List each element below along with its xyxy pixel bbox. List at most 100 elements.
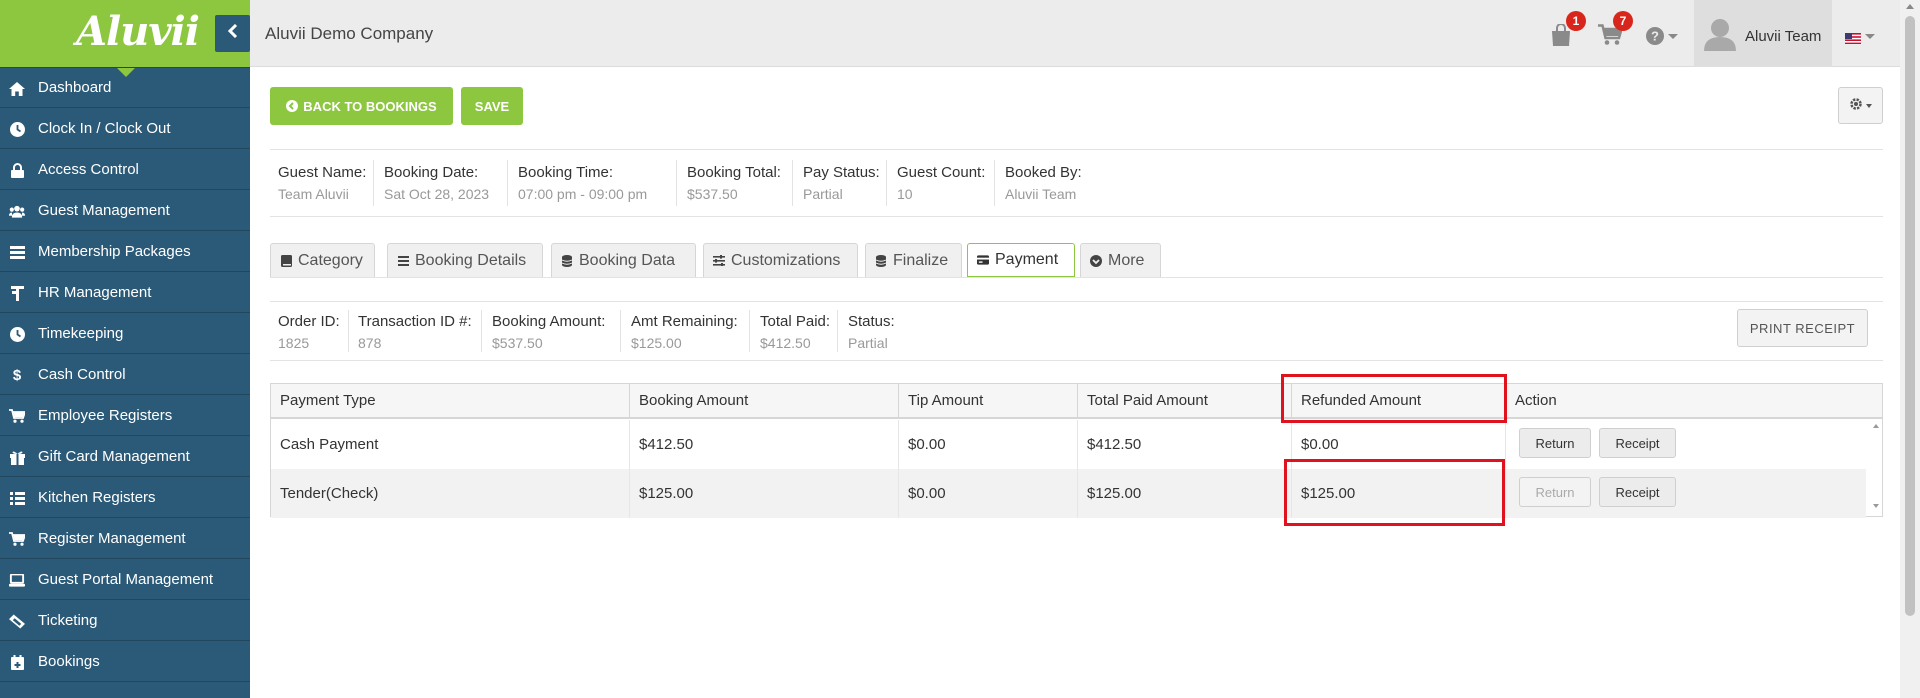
info-label: Pay Status:	[803, 164, 880, 181]
payment-type-cell: Cash Payment	[271, 420, 630, 469]
cart-count-badge: 7	[1613, 11, 1633, 31]
column-header-payment-type: Payment Type	[271, 384, 630, 419]
svg-text:?: ?	[1651, 29, 1659, 44]
sidebar-item-clock-in-out[interactable]: Clock In / Clock Out	[0, 108, 250, 149]
refunded-amount-cell: $0.00	[1292, 420, 1506, 469]
sidebar-item-ticketing[interactable]: Ticketing	[0, 600, 250, 641]
tab-finalize[interactable]: Finalize	[865, 243, 962, 278]
tab-category[interactable]: Category	[270, 243, 375, 278]
sidebar-item-label: Guest Portal Management	[38, 570, 214, 588]
gift-icon	[9, 449, 25, 465]
sidebar-item-hr-management[interactable]: HR Management	[0, 272, 250, 313]
hr-icon	[9, 285, 25, 301]
list-icon	[9, 490, 25, 506]
column-header-label: Action	[1515, 392, 1557, 409]
page-scrollbar[interactable]	[1900, 0, 1920, 698]
tab-booking-data[interactable]: Booking Data	[551, 243, 696, 278]
language-chevron-down-icon[interactable]	[1865, 34, 1875, 39]
settings-button[interactable]	[1838, 87, 1883, 124]
info-label: Guest Name:	[278, 164, 367, 181]
booking-time-field: Booking Time: 07:00 pm - 09:00 pm	[518, 164, 647, 202]
tip-amount-cell: $0.00	[899, 469, 1078, 518]
sidebar-item-dashboard[interactable]: Dashboard	[0, 67, 250, 108]
table-scroll-up-icon[interactable]	[1873, 424, 1879, 428]
total-paid-amount-cell: $125.00	[1078, 469, 1292, 518]
scroll-thumb[interactable]	[1905, 16, 1915, 616]
info-label: Booked By:	[1005, 164, 1082, 181]
sidebar-item-label: Ticketing	[38, 611, 98, 629]
divider	[792, 160, 793, 206]
info-label: Total Paid:	[760, 313, 831, 330]
table-row: Cash Payment $412.50 $0.00 $412.50 $0.00…	[271, 420, 1866, 469]
info-value: Team Aluvii	[278, 186, 349, 202]
status-field: Status: Partial	[848, 313, 895, 351]
info-label: Booking Total:	[687, 164, 781, 181]
sidebar-item-register-management[interactable]: Register Management	[0, 518, 250, 559]
help-button[interactable]: ?	[1646, 27, 1678, 51]
sidebar-item-label: Access Control	[38, 160, 139, 178]
ticket-icon	[9, 613, 25, 629]
sidebar-item-gift-card-management[interactable]: Gift Card Management	[0, 436, 250, 477]
column-header-label: Total Paid Amount	[1087, 392, 1208, 409]
cart-icon	[9, 408, 25, 424]
column-header-label: Payment Type	[280, 392, 376, 409]
tip-amount-cell: $0.00	[899, 420, 1078, 469]
return-button-disabled: Return	[1519, 477, 1591, 507]
sidebar-item-cash-control[interactable]: $ Cash Control	[0, 354, 250, 395]
sidebar-collapse-button[interactable]	[215, 15, 250, 52]
sidebar-item-label: Gift Card Management	[38, 447, 190, 465]
sidebar-item-label: Timekeeping	[38, 324, 124, 342]
booking-total-field: Booking Total: $537.50	[687, 164, 781, 202]
laptop-icon	[9, 572, 25, 588]
database-icon	[561, 254, 573, 267]
divider	[676, 160, 677, 206]
divider	[373, 160, 374, 206]
tab-customizations[interactable]: Customizations	[703, 243, 858, 278]
receipt-button[interactable]: Receipt	[1599, 477, 1676, 507]
sidebar-item-guest-portal-management[interactable]: Guest Portal Management	[0, 559, 250, 600]
tab-booking-details[interactable]: Booking Details	[387, 243, 543, 278]
sidebar-item-bookings[interactable]: Bookings	[0, 641, 250, 682]
bag-button[interactable]: 1	[1551, 11, 1586, 48]
refunded-amount-cell: $125.00	[1292, 469, 1506, 518]
save-button[interactable]: SAVE	[461, 87, 523, 125]
tab-label: Customizations	[731, 251, 841, 269]
tab-payment[interactable]: Payment	[967, 243, 1075, 278]
divider	[507, 160, 508, 206]
divider	[620, 310, 621, 352]
table-row: Tender(Check) $125.00 $0.00 $125.00 $125…	[271, 469, 1866, 518]
sidebar: Aluvii Dashboard Clock In / Clock Out Ac…	[0, 0, 250, 698]
sidebar-item-kitchen-registers[interactable]: Kitchen Registers	[0, 477, 250, 518]
receipt-button[interactable]: Receipt	[1599, 428, 1676, 458]
sidebar-item-access-control[interactable]: Access Control	[0, 149, 250, 190]
sidebar-item-timekeeping[interactable]: Timekeeping	[0, 313, 250, 354]
sidebar-item-label: Dashboard	[38, 79, 112, 96]
info-value: 878	[358, 335, 382, 351]
sidebar-item-guest-management[interactable]: Guest Management	[0, 190, 250, 231]
language-selector[interactable]	[1845, 31, 1861, 44]
info-value: $537.50	[687, 186, 738, 202]
user-menu[interactable]: Aluvii Team	[1694, 0, 1832, 67]
guest-count-field: Guest Count: 10	[897, 164, 985, 202]
tab-label: Finalize	[893, 251, 949, 269]
scroll-up-icon[interactable]	[1906, 4, 1914, 9]
sidebar-item-membership-packages[interactable]: Membership Packages	[0, 231, 250, 272]
back-to-bookings-button[interactable]: BACK TO BOOKINGS	[270, 87, 453, 125]
clock-icon	[9, 326, 25, 342]
tab-more[interactable]: More	[1080, 243, 1161, 278]
logo[interactable]: Aluvii	[0, 0, 250, 77]
column-header-label: Booking Amount	[639, 392, 749, 409]
dollar-icon: $	[12, 366, 22, 384]
sidebar-item-label: Membership Packages	[38, 242, 191, 260]
sidebar-item-label: Employee Registers	[38, 406, 173, 424]
return-button[interactable]: Return	[1519, 428, 1591, 458]
info-label: Transaction ID #:	[358, 313, 472, 330]
sidebar-item-employee-registers[interactable]: Employee Registers	[0, 395, 250, 436]
cart-button[interactable]: 7	[1598, 11, 1633, 48]
table-scroll-down-icon[interactable]	[1873, 504, 1879, 508]
users-icon	[9, 203, 25, 219]
book-icon	[280, 254, 292, 267]
print-receipt-button[interactable]: PRINT RECEIPT	[1737, 309, 1868, 347]
divider	[749, 310, 750, 352]
list-icon	[9, 244, 25, 260]
